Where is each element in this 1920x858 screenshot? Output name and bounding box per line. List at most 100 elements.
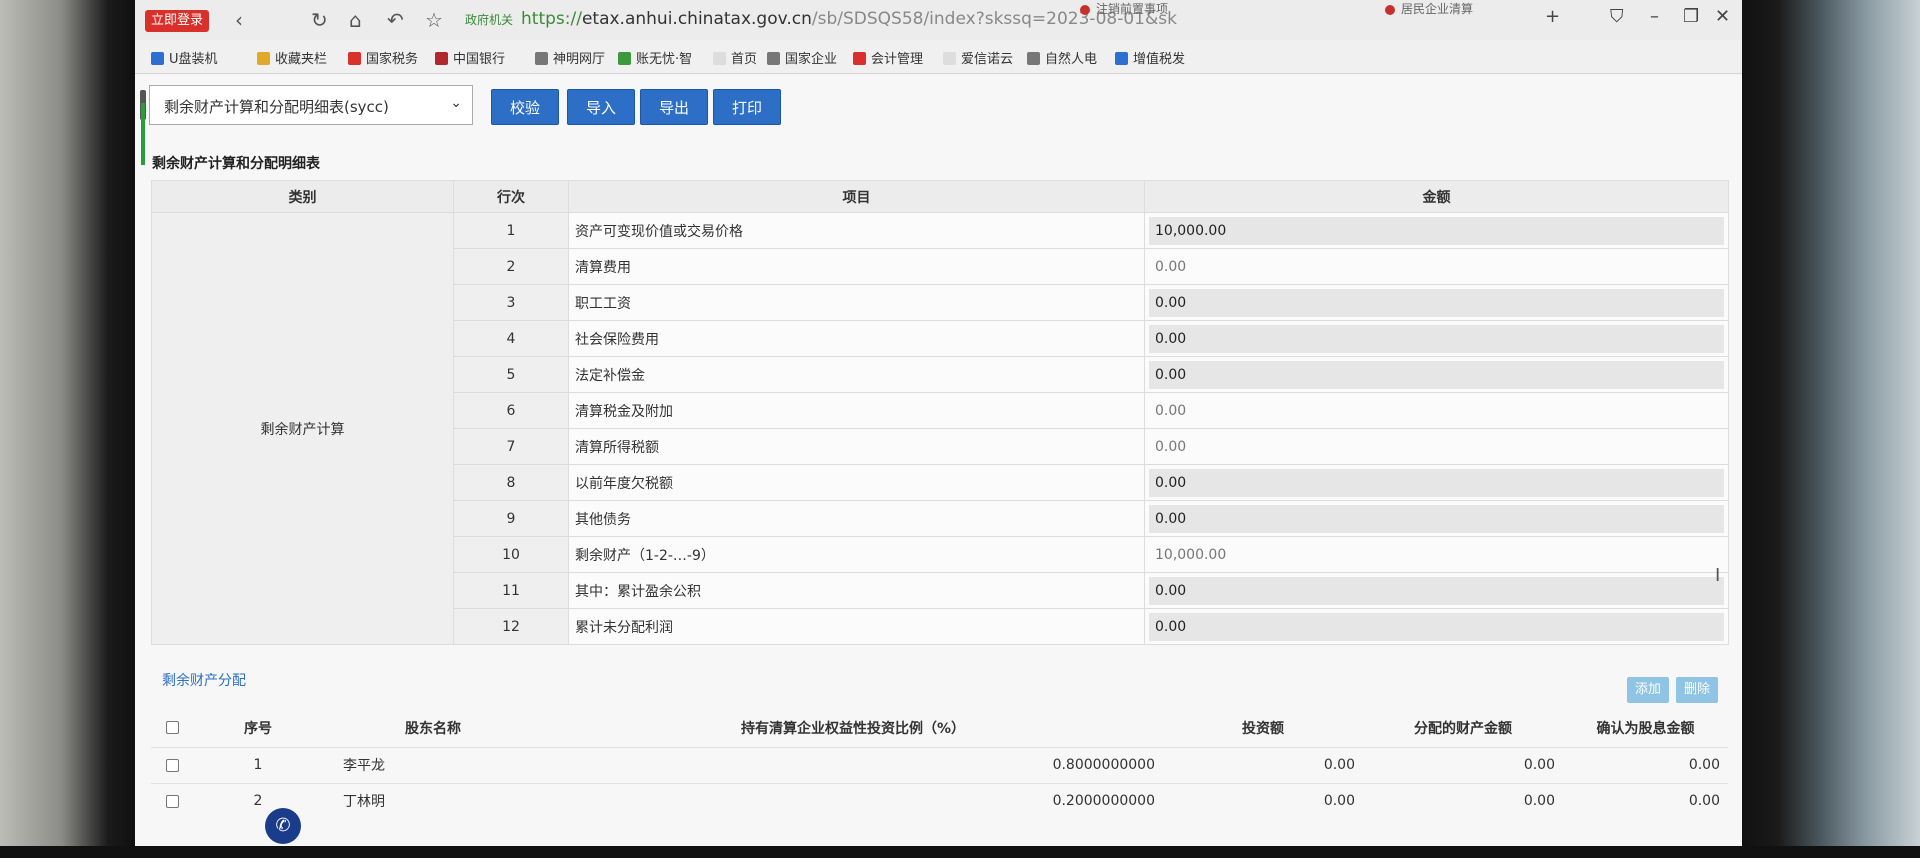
bookmark-label: 爱信诺云 — [961, 52, 1014, 67]
row-checkbox[interactable] — [151, 746, 193, 783]
print-button[interactable]: 打印 — [713, 89, 781, 125]
monitor-bezel-bottom — [0, 846, 1920, 858]
table-row: 剩余财产计算 1 资产可变现价值或交易价格 10,000.00 — [151, 212, 1729, 645]
shareholder-name[interactable]: 李平龙 — [323, 746, 543, 783]
bookmark-label: 神明网厅 — [553, 52, 606, 67]
header-ratio: 持有清算企业权益性投资比例（%） — [740, 720, 966, 737]
restore-icon[interactable]: ❐ — [1683, 6, 1699, 27]
amount-field[interactable]: 0.00 — [1149, 360, 1724, 389]
bookmark-item[interactable]: 爱信诺云 — [943, 48, 1013, 67]
minimize-icon[interactable]: – — [1650, 6, 1659, 27]
table-row: 1 李平龙 0.8000000000 0.00 0.00 0.00 — [151, 746, 1728, 783]
import-button[interactable]: 导入 — [567, 89, 635, 125]
dividend-field: 0.00 — [1563, 746, 1728, 783]
row-no: 5 — [453, 356, 569, 393]
bookmark-item[interactable]: U盘装机 — [151, 48, 218, 67]
row-checkbox[interactable] — [151, 782, 193, 819]
row-no: 11 — [453, 572, 569, 609]
bookmark-item[interactable]: 增值税发 — [1115, 48, 1185, 67]
bookmark-item[interactable]: 收藏夹栏 — [257, 48, 327, 67]
amount-field[interactable]: 0.00 — [1149, 612, 1724, 641]
amount-field[interactable]: 0.00 — [1149, 504, 1724, 533]
delete-row-button[interactable]: 删除 — [1676, 677, 1718, 703]
investment-field[interactable]: 0.00 — [1163, 746, 1363, 783]
header-shareholder-name: 股东名称 — [405, 720, 461, 737]
table-row: 2 丁林明 0.2000000000 0.00 0.00 0.00 — [151, 782, 1728, 819]
amount-field[interactable]: 0.00 — [1149, 324, 1724, 353]
refresh-icon[interactable]: ↻ — [311, 8, 328, 32]
bookmark-label: U盘装机 — [169, 52, 218, 67]
bookmark-item[interactable]: 会计管理 — [853, 48, 923, 67]
bookmark-item[interactable]: 神明网厅 — [535, 48, 605, 67]
bookmark-item[interactable]: 中国银行 — [435, 48, 505, 67]
export-button[interactable]: 导出 — [640, 89, 708, 125]
amount-field[interactable]: 0.00 — [1149, 576, 1724, 605]
row-no: 6 — [453, 392, 569, 429]
skin-icon[interactable]: ⛉ — [1610, 6, 1624, 27]
header-seq: 序号 — [244, 720, 272, 737]
amount-field[interactable]: 0.00 — [1149, 468, 1724, 497]
item-label: 清算所得税额 — [568, 428, 1145, 465]
bookmark-item[interactable]: 国家企业 — [767, 48, 837, 67]
header-allocated: 分配的财产金额 — [1414, 720, 1512, 737]
bookmark-icon — [853, 52, 866, 65]
star-icon[interactable]: ☆ — [425, 8, 443, 32]
browser-window: 立即登录 ‹ ↻ ⌂ ↶ ☆ 政府机关 https://etax.anhui.ch… — [135, 0, 1742, 846]
new-tab-icon[interactable]: + — [1545, 6, 1560, 27]
row-no: 12 — [453, 608, 569, 645]
investment-field[interactable]: 0.00 — [1163, 782, 1363, 819]
item-label: 法定补偿金 — [568, 356, 1145, 393]
back-icon[interactable]: ‹ — [235, 8, 243, 32]
header-item: 项目 — [568, 180, 1145, 213]
bookmark-icon — [435, 52, 448, 65]
undo-icon[interactable]: ↶ — [387, 8, 404, 32]
bookmark-item[interactable]: 自然人电 — [1027, 48, 1097, 67]
bookmark-icon — [1027, 52, 1040, 65]
home-icon[interactable]: ⌂ — [349, 8, 362, 32]
row-no: 2 — [453, 248, 569, 285]
add-row-button[interactable]: 添加 — [1627, 677, 1669, 703]
scroll-indicator — [141, 103, 145, 165]
item-label: 其他债务 — [568, 500, 1145, 537]
bookmark-item[interactable]: 首页 — [713, 48, 757, 67]
login-badge[interactable]: 立即登录 — [145, 10, 210, 32]
amount-cell: 0.00 — [1144, 500, 1729, 537]
sheet-selector[interactable]: 剩余财产计算和分配明细表(sycc) ⌄ — [149, 85, 473, 125]
amount-field: 0.00 — [1155, 402, 1187, 419]
bookmark-item[interactable]: 国家税务 — [348, 48, 418, 67]
ratio-field[interactable]: 0.2000000000 — [543, 782, 1163, 819]
amount-field[interactable]: 0.00 — [1149, 288, 1724, 317]
distribution-title[interactable]: 剩余财产分配 — [162, 670, 246, 690]
amount-field: 10,000.00 — [1155, 546, 1227, 563]
close-icon[interactable]: ✕ — [1715, 6, 1730, 27]
bookmark-label: 自然人电 — [1045, 52, 1098, 67]
amount-cell: 0.00 — [1144, 428, 1729, 465]
row-no: 3 — [453, 284, 569, 321]
bookmark-label: 国家企业 — [785, 52, 838, 67]
item-label: 清算费用 — [568, 248, 1145, 285]
amount-cell: 10,000.00 — [1144, 212, 1729, 249]
distribution-table: 序号 股东名称 持有清算企业权益性投资比例（%） 投资额 分配的财产金额 确认为… — [151, 709, 1728, 819]
amount-cell: 0.00 — [1144, 284, 1729, 321]
row-no: 4 — [453, 320, 569, 357]
item-label: 社会保险费用 — [568, 320, 1145, 357]
phone-support-icon[interactable]: ✆ — [265, 808, 301, 844]
tab-favicon-icon — [1385, 4, 1395, 15]
dividend-field: 0.00 — [1563, 782, 1728, 819]
monitor-bezel-right — [1742, 0, 1920, 858]
url-field[interactable]: 政府机关 https://etax.anhui.chinatax.gov.cn/s… — [465, 9, 1385, 33]
tab-pre-cancel[interactable]: 注销前置事项 — [1080, 0, 1168, 17]
select-all-checkbox[interactable] — [151, 709, 193, 747]
amount-field[interactable]: 10,000.00 — [1149, 216, 1724, 245]
bookmark-item[interactable]: 账无忧·智 — [618, 48, 692, 67]
bookmark-icon — [1115, 52, 1128, 65]
ratio-field[interactable]: 0.8000000000 — [543, 746, 1163, 783]
item-label: 累计未分配利润 — [568, 608, 1145, 645]
amount-cell: 10,000.00 — [1144, 536, 1729, 573]
tab-liquidation[interactable]: 居民企业清算 — [1385, 0, 1473, 17]
shareholder-name[interactable]: 丁林明 — [323, 782, 543, 819]
row-seq: 1 — [193, 746, 323, 783]
verify-button[interactable]: 校验 — [491, 89, 559, 125]
checkbox-icon — [165, 721, 179, 735]
bookmark-label: 首页 — [731, 52, 758, 67]
